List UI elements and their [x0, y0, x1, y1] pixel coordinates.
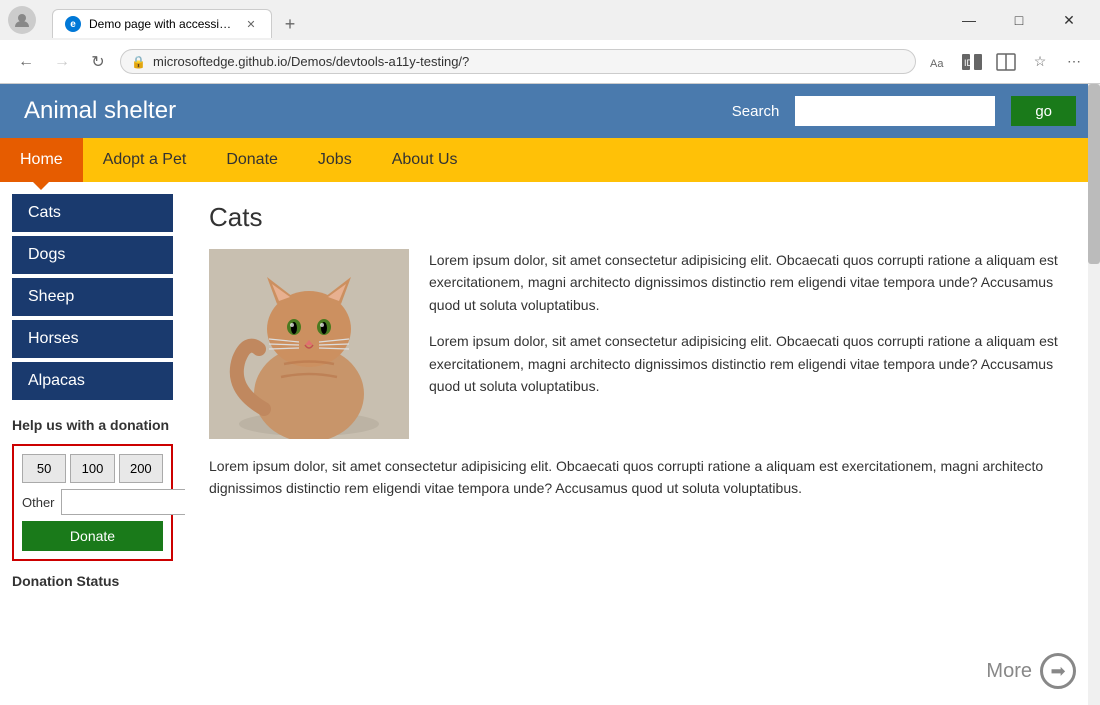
scrollbar[interactable] [1088, 182, 1100, 705]
donate-button[interactable]: Donate [22, 521, 163, 551]
window-controls: — □ ✕ [946, 5, 1092, 35]
sidebar-item-sheep[interactable]: Sheep [12, 278, 173, 316]
svg-text:ID: ID [964, 58, 974, 68]
other-amount-input[interactable] [61, 489, 185, 515]
address-bar: ← → ↻ 🔒 microsoftedge.github.io/Demos/de… [0, 40, 1100, 84]
forward-button[interactable]: → [48, 48, 76, 76]
tab-favicon: e [65, 16, 81, 32]
active-tab[interactable]: e Demo page with accessibility issu ✕ [52, 9, 272, 38]
url-text: microsoftedge.github.io/Demos/devtools-a… [153, 54, 469, 69]
site-header: Animal shelter Search go [0, 84, 1100, 138]
donation-box: 50 100 200 Other Donate [12, 444, 173, 561]
favorites-button[interactable]: ☆ [1026, 48, 1054, 76]
amount-100-button[interactable]: 100 [70, 454, 114, 483]
site-nav: Home Adopt a Pet Donate Jobs About Us [0, 138, 1100, 182]
page-frame: Animal shelter Search go Home Adopt a Pe… [0, 84, 1100, 705]
url-bar[interactable]: 🔒 microsoftedge.github.io/Demos/devtools… [120, 49, 916, 74]
sidebar-item-dogs[interactable]: Dogs [12, 236, 173, 274]
minimize-button[interactable]: — [946, 5, 992, 35]
nav-item-home[interactable]: Home [0, 138, 83, 182]
donation-section: Help us with a donation 50 100 200 Other… [12, 416, 173, 589]
cat-image [209, 249, 409, 439]
sidebar: Cats Dogs Sheep Horses Alpacas Help us w… [0, 182, 185, 705]
lock-icon: 🔒 [131, 55, 146, 69]
maximize-button[interactable]: □ [996, 5, 1042, 35]
nav-item-donate[interactable]: Donate [206, 138, 298, 182]
sidebar-item-alpacas[interactable]: Alpacas [12, 362, 173, 400]
tab-bar: e Demo page with accessibility issu ✕ + [44, 2, 304, 38]
article-text-column: Lorem ipsum dolor, sit amet consectetur … [429, 249, 1076, 439]
search-go-button[interactable]: go [1011, 96, 1076, 126]
other-amount-row: Other [22, 489, 163, 515]
split-screen-button[interactable] [992, 48, 1020, 76]
amount-50-button[interactable]: 50 [22, 454, 66, 483]
article-title: Cats [209, 202, 1076, 233]
avatar [8, 6, 36, 34]
search-input[interactable] [795, 96, 995, 126]
tab-close-button[interactable]: ✕ [243, 16, 259, 32]
nav-item-adopt[interactable]: Adopt a Pet [83, 138, 207, 182]
article-area: Cats [185, 182, 1100, 705]
article-paragraph-1: Lorem ipsum dolor, sit amet consectetur … [429, 249, 1076, 316]
more-arrow-icon: ➡ [1040, 653, 1076, 689]
search-label: Search [732, 103, 780, 120]
site-title: Animal shelter [24, 97, 716, 125]
more-options-button[interactable]: ⋯ [1060, 48, 1088, 76]
sidebar-item-cats[interactable]: Cats [12, 194, 173, 232]
tab-title: Demo page with accessibility issu [89, 17, 235, 31]
donation-status-title: Donation Status [12, 573, 173, 589]
refresh-button[interactable]: ↻ [84, 48, 112, 76]
toolbar-icons: Aa ID ☆ ⋯ [924, 48, 1088, 76]
amount-200-button[interactable]: 200 [119, 454, 163, 483]
svg-text:Aa: Aa [930, 58, 944, 70]
other-label: Other [22, 495, 55, 510]
close-button[interactable]: ✕ [1046, 5, 1092, 35]
article-body: Lorem ipsum dolor, sit amet consectetur … [209, 249, 1076, 439]
browser-window: e Demo page with accessibility issu ✕ + … [0, 0, 1100, 705]
immersive-reader-button[interactable]: ID [958, 48, 986, 76]
scrollbar-thumb[interactable] [1088, 182, 1100, 264]
more-label: More [986, 660, 1032, 683]
nav-item-about[interactable]: About Us [372, 138, 478, 182]
main-content: Cats Dogs Sheep Horses Alpacas Help us w… [0, 182, 1100, 705]
read-aloud-button[interactable]: Aa [924, 48, 952, 76]
more-link[interactable]: More ➡ [986, 653, 1076, 689]
amount-buttons: 50 100 200 [22, 454, 163, 483]
sidebar-item-horses[interactable]: Horses [12, 320, 173, 358]
article-paragraph-3: Lorem ipsum dolor, sit amet consectetur … [209, 455, 1076, 500]
donation-title: Help us with a donation [12, 416, 173, 434]
back-button[interactable]: ← [12, 48, 40, 76]
nav-item-jobs[interactable]: Jobs [298, 138, 372, 182]
article-paragraph-2: Lorem ipsum dolor, sit amet consectetur … [429, 330, 1076, 397]
new-tab-button[interactable]: + [276, 10, 304, 38]
title-bar: e Demo page with accessibility issu ✕ + … [0, 0, 1100, 40]
